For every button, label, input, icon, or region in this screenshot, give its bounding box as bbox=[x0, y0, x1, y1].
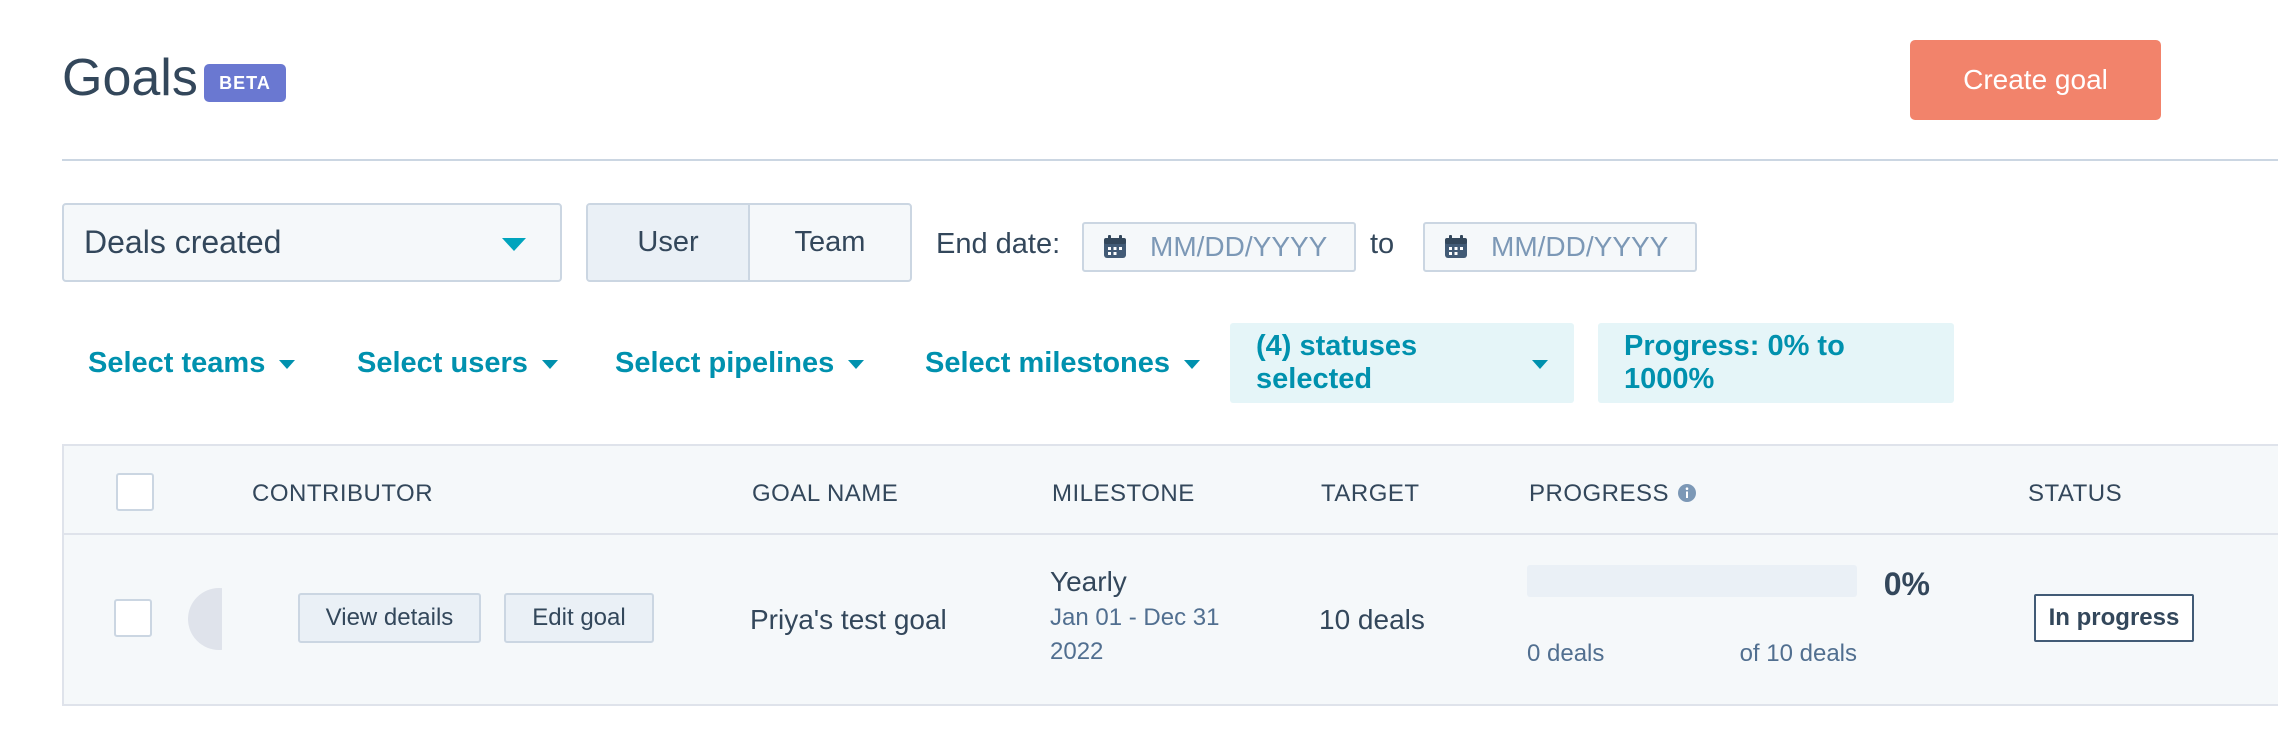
select-teams-filter[interactable]: Select teams bbox=[62, 323, 321, 403]
statuses-label: (4) statuses selected bbox=[1256, 330, 1418, 395]
calendar-icon bbox=[1104, 235, 1126, 258]
progress-percent: 0% bbox=[1883, 566, 1930, 602]
select-pipelines-label: Select pipelines bbox=[615, 346, 835, 379]
goals-table: CONTRIBUTOR GOAL NAME MILESTONE TARGET P… bbox=[62, 444, 2278, 706]
goals-page: Goals BETA Create goal Deals created Use… bbox=[0, 0, 2278, 736]
status-badge: In progress bbox=[2034, 594, 2194, 642]
page-title: Goals bbox=[62, 49, 198, 107]
column-header-milestone[interactable]: MILESTONE bbox=[1052, 480, 1195, 508]
toggle-user[interactable]: User bbox=[588, 205, 748, 280]
chevron-down-icon bbox=[502, 238, 526, 251]
caret-down-icon bbox=[279, 359, 296, 369]
end-date-label: End date: bbox=[936, 228, 1061, 260]
select-milestones-filter[interactable]: Select milestones bbox=[899, 323, 1226, 403]
end-date-placeholder: MM/DD/YYYY bbox=[1491, 231, 1669, 262]
select-all-checkbox[interactable] bbox=[116, 473, 154, 511]
create-goal-button[interactable]: Create goal bbox=[1910, 40, 2161, 120]
select-teams-label: Select teams bbox=[88, 346, 266, 379]
table-header: CONTRIBUTOR GOAL NAME MILESTONE TARGET P… bbox=[64, 446, 2278, 535]
beta-badge: BETA bbox=[204, 64, 286, 102]
info-icon[interactable] bbox=[1677, 483, 1697, 503]
toggle-team[interactable]: Team bbox=[748, 205, 910, 280]
statuses-filter[interactable]: (4) statuses selected bbox=[1230, 323, 1574, 403]
start-date-placeholder: MM/DD/YYYY bbox=[1150, 231, 1328, 262]
row-checkbox[interactable] bbox=[114, 599, 152, 637]
column-header-status[interactable]: STATUS bbox=[2028, 480, 2122, 508]
calendar-icon bbox=[1445, 235, 1467, 258]
caret-down-icon bbox=[1184, 359, 1200, 369]
date-range-to-label: to bbox=[1370, 228, 1395, 260]
metric-select-value: Deals created bbox=[84, 224, 282, 260]
select-users-label: Select users bbox=[357, 346, 528, 379]
milestone-period: Yearly bbox=[1050, 566, 1127, 597]
caret-down-icon bbox=[1532, 359, 1548, 369]
column-header-progress[interactable]: PROGRESS bbox=[1529, 480, 1697, 508]
select-users-filter[interactable]: Select users bbox=[331, 323, 584, 403]
column-header-target[interactable]: TARGET bbox=[1321, 480, 1420, 508]
progress-bar bbox=[1527, 565, 1857, 597]
user-team-toggle: User Team bbox=[586, 203, 912, 282]
start-date-input[interactable]: MM/DD/YYYY bbox=[1082, 222, 1356, 272]
header-divider bbox=[62, 159, 2278, 161]
goal-name: Priya's test goal bbox=[750, 604, 947, 635]
milestone-year: 2022 bbox=[1050, 638, 1104, 665]
select-milestones-label: Select milestones bbox=[925, 346, 1170, 379]
milestone-range: Jan 01 - Dec 31 bbox=[1050, 604, 1220, 631]
progress-filter-label: Progress: 0% to 1000% bbox=[1624, 330, 1845, 395]
end-date-input[interactable]: MM/DD/YYYY bbox=[1423, 222, 1697, 272]
view-details-button[interactable]: View details bbox=[298, 593, 481, 643]
progress-total: of 10 deals bbox=[1739, 640, 1857, 667]
target-value: 10 deals bbox=[1319, 604, 1425, 635]
progress-current: 0 deals bbox=[1527, 640, 1605, 667]
column-header-goal-name[interactable]: GOAL NAME bbox=[752, 480, 898, 508]
metric-select[interactable]: Deals created bbox=[62, 203, 562, 282]
column-header-contributor[interactable]: CONTRIBUTOR bbox=[252, 480, 433, 508]
caret-down-icon bbox=[848, 359, 865, 369]
progress-filter[interactable]: Progress: 0% to 1000% bbox=[1598, 323, 1954, 403]
avatar bbox=[188, 588, 222, 650]
edit-goal-button[interactable]: Edit goal bbox=[504, 593, 654, 643]
select-pipelines-filter[interactable]: Select pipelines bbox=[589, 323, 890, 403]
caret-down-icon bbox=[541, 359, 558, 369]
column-header-progress-label: PROGRESS bbox=[1529, 480, 1670, 507]
